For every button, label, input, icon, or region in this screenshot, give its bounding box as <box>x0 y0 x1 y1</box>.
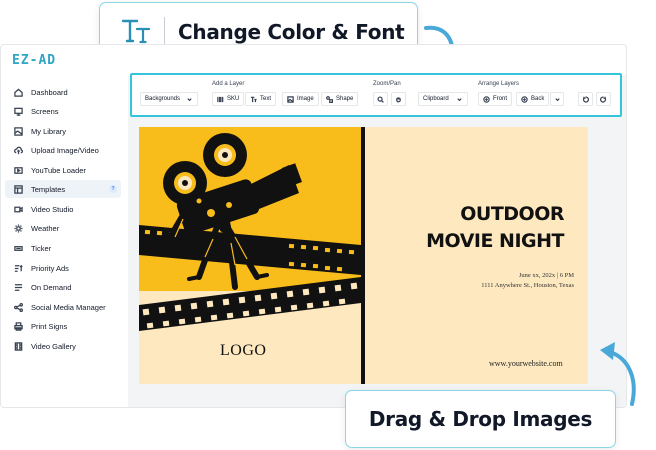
chevron-down-icon <box>457 97 462 101</box>
backgrounds-dropdown[interactable]: Backgrounds <box>140 92 198 106</box>
clipboard-dropdown[interactable]: Clipboard <box>418 92 468 106</box>
sidebar-item-video-studio[interactable]: Video Studio <box>5 200 121 218</box>
help-badge[interactable]: ? <box>109 185 117 193</box>
send-backward-icon <box>521 95 528 103</box>
barcode-icon <box>217 96 224 102</box>
add-sku-button[interactable]: SKU <box>212 92 245 106</box>
sidebar: Dashboard Screens My Library Upload Imag… <box>1 75 128 407</box>
sidebar-item-upload[interactable]: Upload Image/Video <box>5 141 121 159</box>
callout-title: Drag & Drop Images <box>368 407 593 431</box>
sidebar-item-video-gallery[interactable]: Video Gallery <box>5 337 121 355</box>
undo-icon <box>582 96 589 103</box>
sidebar-item-my-library[interactable]: My Library <box>5 122 121 140</box>
upload-cloud-icon <box>13 145 23 155</box>
arrange-more-dropdown[interactable] <box>550 92 564 106</box>
undo-button[interactable] <box>578 92 593 106</box>
sidebar-item-label: Templates <box>31 184 66 194</box>
print-icon <box>13 321 23 331</box>
callout-drag-drop-images: Drag & Drop Images <box>345 390 616 448</box>
backgrounds-label: Backgrounds <box>145 96 181 102</box>
poster-date-line[interactable]: June xx, 202x | 6 PM <box>519 272 574 279</box>
text-label: Text <box>260 96 272 102</box>
bring-forward-icon <box>483 95 490 103</box>
template-canvas[interactable]: LOGO OUTDOOR MOVIE NIGHT June xx, 202x |… <box>139 127 588 384</box>
sidebar-item-label: On Demand <box>31 282 72 292</box>
sidebar-item-label: Video Studio <box>31 204 74 214</box>
image-icon <box>287 95 294 103</box>
front-label: Front <box>493 96 508 102</box>
callout-separator <box>164 17 165 46</box>
poster-headline-1[interactable]: OUTDOOR <box>460 203 564 225</box>
sidebar-item-dashboard[interactable]: Dashboard <box>5 83 121 101</box>
image-icon <box>13 126 23 136</box>
shapes-icon <box>326 95 333 103</box>
sun-icon <box>13 223 23 233</box>
sidebar-item-label: My Library <box>31 126 67 136</box>
zoom-button[interactable] <box>373 92 388 106</box>
sidebar-item-label: Print Signs <box>31 321 68 331</box>
bring-front-button[interactable]: Front <box>478 92 513 106</box>
sidebar-item-weather[interactable]: Weather <box>5 219 121 237</box>
sku-label: SKU <box>227 96 240 102</box>
camera-icon <box>13 204 23 214</box>
sidebar-item-label: Upload Image/Video <box>31 145 99 155</box>
sidebar-item-label: Dashboard <box>31 87 68 97</box>
redo-button[interactable] <box>596 92 611 106</box>
list-icon <box>13 282 23 292</box>
ticker-icon <box>13 243 23 253</box>
add-image-button[interactable]: Image <box>282 92 319 106</box>
poster-headline-2[interactable]: MOVIE NIGHT <box>426 230 564 252</box>
monitor-icon <box>13 106 23 116</box>
poster-divider <box>361 127 365 384</box>
search-icon <box>377 95 384 103</box>
arrange-layers-label: Arrange Layers <box>478 81 520 87</box>
callout-title: Change Color & Font <box>178 20 405 44</box>
text-font-icon <box>121 19 151 44</box>
poster-logo-placeholder[interactable]: LOGO <box>220 342 266 360</box>
sidebar-item-screens[interactable]: Screens <box>5 102 121 120</box>
back-label: Back <box>531 96 545 102</box>
zoom-pan-label: Zoom/Pan <box>373 81 401 87</box>
chevron-down-icon <box>554 97 560 101</box>
shape-label: Shape <box>336 96 354 102</box>
poster-website[interactable]: www.yourwebsite.com <box>489 359 563 368</box>
home-icon <box>13 87 23 97</box>
add-text-button[interactable]: Text <box>245 92 277 106</box>
add-layer-label: Add a Layer <box>212 81 245 87</box>
sidebar-item-label: Video Gallery <box>31 341 76 351</box>
sidebar-item-templates[interactable]: Templates ? <box>5 180 121 198</box>
sidebar-item-social-media-manager[interactable]: Social Media Manager <box>5 298 121 316</box>
sidebar-item-label: Priority Ads <box>31 263 69 273</box>
clipboard-label: Clipboard <box>423 96 449 102</box>
hand-icon <box>396 96 401 102</box>
poster-artwork[interactable]: LOGO <box>139 127 361 384</box>
sidebar-item-ticker[interactable]: Ticker <box>5 239 121 257</box>
chevron-down-icon <box>187 97 192 101</box>
app-logo: EZ-AD <box>12 53 57 68</box>
share-icon <box>13 302 23 312</box>
sidebar-item-label: Weather <box>31 223 60 233</box>
sort-icon <box>13 263 23 273</box>
sidebar-item-label: Screens <box>31 106 59 116</box>
redo-icon <box>600 96 607 103</box>
add-shape-button[interactable]: Shape <box>321 92 359 106</box>
sidebar-item-priority-ads[interactable]: Priority Ads <box>5 259 121 277</box>
text-icon <box>250 96 257 102</box>
film-icon <box>13 341 23 351</box>
poster-address-line[interactable]: 1111 Anywhere St., Houston, Texas <box>481 282 574 289</box>
send-back-button[interactable]: Back <box>516 92 550 106</box>
sidebar-item-label: Social Media Manager <box>31 302 106 312</box>
sidebar-item-youtube-loader[interactable]: YouTube Loader <box>5 161 121 179</box>
sidebar-item-label: YouTube Loader <box>31 165 86 175</box>
editor-toolbar: Backgrounds Add a Layer SKU Text Image S… <box>130 73 622 117</box>
video-icon <box>13 165 23 175</box>
sidebar-item-label: Ticker <box>31 243 52 253</box>
sidebar-item-print-signs[interactable]: Print Signs <box>5 317 121 335</box>
pan-button[interactable] <box>391 92 406 106</box>
image-label: Image <box>297 96 314 102</box>
template-icon <box>13 184 23 194</box>
sidebar-item-on-demand[interactable]: On Demand <box>5 278 121 296</box>
